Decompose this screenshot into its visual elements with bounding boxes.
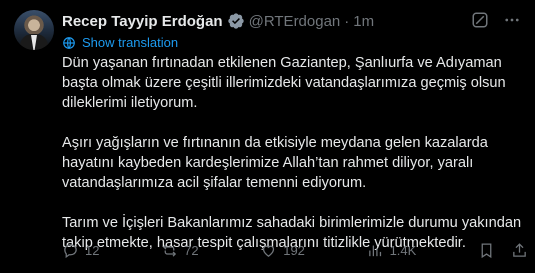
globe-icon <box>62 36 76 50</box>
repost-icon <box>161 242 178 259</box>
reply-button[interactable]: 12 <box>62 242 99 259</box>
heart-icon <box>260 242 277 259</box>
separator-dot: · <box>344 12 350 30</box>
share-icon[interactable] <box>511 242 528 259</box>
bookmark-icon[interactable] <box>478 242 495 259</box>
post-header: Recep Tayyip Erdoğan @RTErdogan · 1m <box>62 11 521 31</box>
avatar[interactable] <box>14 10 54 50</box>
header-actions <box>471 11 521 29</box>
action-bar: 12 72 192 1.4K <box>62 240 528 260</box>
action-bar-end <box>478 242 528 259</box>
reply-count: 12 <box>85 242 100 258</box>
views-icon <box>367 242 384 259</box>
grok-icon[interactable] <box>471 11 489 29</box>
post-paragraph: Aşırı yağışların ve fırtınanın da etkisi… <box>62 135 488 191</box>
like-count: 192 <box>283 242 305 258</box>
views-count: 1.4K <box>389 242 417 258</box>
show-translation-link[interactable]: Show translation <box>62 35 178 50</box>
more-icon[interactable] <box>503 11 521 29</box>
author-handle[interactable]: @RTErdogan <box>249 13 341 30</box>
like-button[interactable]: 192 <box>260 242 305 259</box>
reply-icon <box>62 242 79 259</box>
views-button[interactable]: 1.4K <box>367 242 417 259</box>
show-translation-label: Show translation <box>82 35 179 50</box>
verified-badge-icon[interactable] <box>227 12 245 30</box>
repost-button[interactable]: 72 <box>161 242 199 259</box>
post-paragraph: Dün yaşanan fırtınadan etkilenen Gaziant… <box>62 55 506 111</box>
post-time[interactable]: 1m <box>353 13 374 30</box>
repost-count: 72 <box>184 242 199 258</box>
author-name[interactable]: Recep Tayyip Erdoğan <box>62 13 223 30</box>
